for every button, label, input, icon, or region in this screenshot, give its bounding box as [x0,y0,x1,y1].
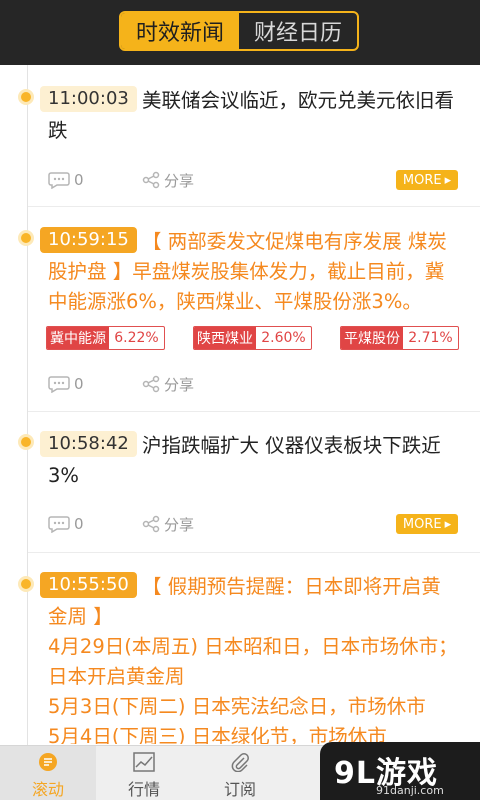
share-icon [142,375,160,393]
tab-timely-news[interactable]: 时效新闻 [121,13,239,49]
comment-button[interactable]: 0 [48,168,84,192]
tab-subscribe[interactable]: 订阅 [192,746,288,800]
top-bar: 时效新闻 财经日历 [0,0,480,65]
market-chart-icon [133,752,155,772]
share-icon [142,515,160,533]
divider [28,206,480,207]
news-actions: 0 分享 [48,372,468,396]
news-text: 【 两部委发文促煤电有序发展 煤炭股护盘 】早盘煤炭股集体发力，截止目前，冀中能… [48,230,447,313]
timeline-dot [18,89,34,105]
stock-tag[interactable]: 冀中能源 6.22% [46,326,165,350]
more-button[interactable]: MORE ▸ [396,170,458,190]
watermark: 9L游戏 91danji.com [320,742,480,800]
comment-button[interactable]: 0 [48,512,84,536]
timeline-dot [18,230,34,246]
news-actions: 0 分享 MORE ▸ [48,512,468,536]
news-text: 沪指跌幅扩大 仪器仪表板块下跌近3% [48,434,441,487]
timeline-dot [18,576,34,592]
comment-count: 0 [74,375,84,393]
related-stocks: 冀中能源 6.22% 陕西煤业 2.60% 平煤股份 2.71% [46,326,466,350]
play-arrow-icon: ▸ [444,172,452,188]
comment-count: 0 [74,515,84,533]
play-arrow-icon: ▸ [444,516,452,532]
share-label: 分享 [164,171,195,190]
share-button[interactable]: 分享 [142,512,194,536]
comment-button[interactable]: 0 [48,372,84,396]
tab-market[interactable]: 行情 [96,746,192,800]
divider [28,411,480,412]
share-label: 分享 [164,515,195,534]
watermark-url: 91danji.com [376,784,444,797]
share-button[interactable]: 分享 [142,372,194,396]
divider [28,552,480,553]
scroll-news-icon [39,753,57,771]
news-text: 【 假期预告提醒：日本即将开启黄金周 】 4月29日(本周五) 日本昭和日，日本… [48,575,458,744]
comment-icon [48,376,70,393]
stock-tag[interactable]: 陕西煤业 2.60% [193,326,312,350]
share-label: 分享 [164,375,195,394]
comment-icon [48,172,70,189]
news-actions: 0 分享 MORE ▸ [48,168,468,192]
paperclip-icon [231,753,249,772]
news-text: 美联储会议临近，欧元兑美元依旧看跌 [48,89,455,142]
news-calendar-switch: 时效新闻 财经日历 [119,11,359,51]
comment-icon [48,516,70,533]
timeline-line [27,65,28,745]
comment-count: 0 [74,171,84,189]
timeline-dot [18,434,34,450]
more-button[interactable]: MORE ▸ [396,514,458,534]
tab-scroll[interactable]: 滚动 [0,746,96,800]
share-icon [142,171,160,189]
stock-tag[interactable]: 平煤股份 2.71% [340,326,459,350]
tab-finance-calendar[interactable]: 财经日历 [239,13,357,49]
share-button[interactable]: 分享 [142,168,194,192]
